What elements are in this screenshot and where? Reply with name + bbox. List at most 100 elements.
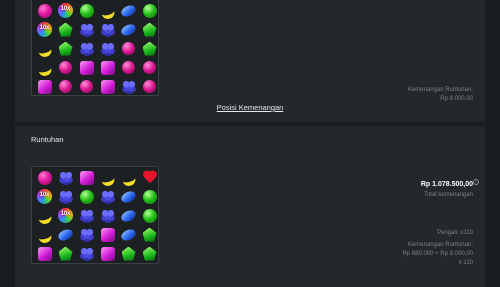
banana-symbol-icon bbox=[37, 210, 52, 222]
grapes-symbol-icon bbox=[79, 41, 94, 56]
grid-cell bbox=[55, 20, 76, 39]
grid-cell bbox=[139, 1, 160, 20]
tumble-win-label: Kemenangan Runtuhan: bbox=[407, 87, 473, 93]
grid-cell bbox=[55, 77, 76, 96]
multiplier-text: Pengali: x110 bbox=[437, 230, 473, 236]
square-symbol-icon bbox=[37, 79, 52, 94]
grid-cell bbox=[139, 187, 160, 206]
grid-cell bbox=[118, 39, 139, 58]
grid-cell bbox=[55, 39, 76, 58]
tumble-win-multiplier: x 110 bbox=[458, 260, 473, 266]
grid-cell bbox=[139, 206, 160, 225]
round-panel-top: 10x 10x Kemenangan Runtuhan: Rp 8.000,00 … bbox=[15, 0, 485, 122]
grid-cell bbox=[118, 77, 139, 96]
grid-cell: 10x bbox=[55, 206, 76, 225]
grapes-symbol-icon bbox=[58, 189, 73, 204]
grapes-symbol-icon bbox=[79, 208, 94, 223]
square-symbol-icon bbox=[100, 227, 115, 242]
plum-symbol-icon bbox=[143, 80, 156, 93]
square-symbol-icon bbox=[79, 60, 94, 75]
grid-cell bbox=[76, 206, 97, 225]
lollipop-symbol-icon: 10x bbox=[58, 208, 73, 223]
banana-symbol-icon bbox=[37, 229, 52, 241]
grid-cell bbox=[97, 20, 118, 39]
tumble-win-label: Kemenangan Runtuhan: bbox=[407, 242, 473, 248]
multiplier-label: 10x bbox=[39, 25, 50, 31]
banana-symbol-icon bbox=[121, 172, 136, 184]
banana-symbol-icon bbox=[37, 62, 52, 74]
multiplier-label: 10x bbox=[39, 192, 50, 198]
total-win-label: Total kemenangan bbox=[423, 192, 473, 198]
grid-cell bbox=[76, 39, 97, 58]
grapes-symbol-icon bbox=[79, 246, 94, 261]
grid-cell bbox=[97, 206, 118, 225]
info-icon[interactable]: ? bbox=[473, 179, 479, 185]
blue-symbol-icon bbox=[56, 226, 75, 243]
pentagon-symbol-icon bbox=[142, 227, 157, 242]
lollipop-symbol-icon: 10x bbox=[37, 22, 52, 37]
grid-cell bbox=[55, 168, 76, 187]
grid-cell bbox=[76, 168, 97, 187]
grid-cell: 10x bbox=[55, 1, 76, 20]
plum-symbol-icon bbox=[59, 80, 72, 93]
multiplier-label: 10x bbox=[60, 211, 71, 217]
grid-cell bbox=[55, 244, 76, 263]
grid-cell bbox=[97, 225, 118, 244]
grid-cell bbox=[97, 58, 118, 77]
grid-cell bbox=[139, 58, 160, 77]
grid-cell bbox=[139, 225, 160, 244]
grid-cell bbox=[76, 77, 97, 96]
grid-cell bbox=[118, 58, 139, 77]
grid-cell bbox=[139, 244, 160, 263]
apple-symbol-icon bbox=[79, 3, 94, 18]
pentagon-symbol-icon bbox=[58, 22, 73, 37]
grid-cell bbox=[118, 244, 139, 263]
section-title: Runtuhan bbox=[31, 135, 64, 144]
apple-symbol-icon bbox=[142, 3, 157, 18]
square-symbol-icon bbox=[37, 246, 52, 261]
banana-symbol-icon bbox=[37, 43, 52, 55]
tumble-win-formula: Rp 880.000 + Rp 8.000,00 bbox=[402, 251, 473, 257]
grid-cell bbox=[76, 225, 97, 244]
grid-cell bbox=[118, 225, 139, 244]
grapes-symbol-icon bbox=[79, 227, 94, 242]
banana-symbol-icon bbox=[100, 5, 115, 17]
grid-cell bbox=[118, 20, 139, 39]
banana-symbol-icon bbox=[100, 172, 115, 184]
blue-symbol-icon bbox=[119, 226, 138, 243]
grid-cell bbox=[118, 187, 139, 206]
grape-symbol-icon bbox=[37, 170, 52, 185]
grid-cell bbox=[139, 39, 160, 58]
blue-symbol-icon bbox=[119, 207, 138, 224]
grid-cell bbox=[118, 168, 139, 187]
plum-symbol-icon bbox=[122, 61, 135, 74]
square-symbol-icon bbox=[100, 246, 115, 261]
pentagon-symbol-icon bbox=[58, 41, 73, 56]
pentagon-symbol-icon bbox=[142, 41, 157, 56]
pentagon-symbol-icon bbox=[58, 246, 73, 261]
apple-symbol-icon bbox=[142, 189, 157, 204]
grapes-symbol-icon bbox=[100, 22, 115, 37]
grid-cell bbox=[76, 244, 97, 263]
round-panel-bottom: Runtuhan 10x 10x Rp 1.078.500,00 ? Total … bbox=[15, 126, 485, 287]
plum-symbol-icon bbox=[80, 80, 93, 93]
apple-symbol-icon bbox=[79, 189, 94, 204]
grid-cell bbox=[34, 225, 55, 244]
square-symbol-icon bbox=[79, 170, 94, 185]
lollipop-symbol-icon: 10x bbox=[58, 3, 73, 18]
plum-symbol-icon bbox=[59, 61, 72, 74]
grid-cell bbox=[118, 206, 139, 225]
grid-cell bbox=[97, 39, 118, 58]
pentagon-symbol-icon bbox=[142, 246, 157, 261]
blue-symbol-icon bbox=[119, 21, 138, 38]
grid-cell: 10x bbox=[34, 187, 55, 206]
win-positions-link[interactable]: Posisi Kemenangan bbox=[15, 103, 485, 112]
grid-cell bbox=[118, 1, 139, 20]
grid-cell: 10x bbox=[34, 20, 55, 39]
total-win-amount: Rp 1.078.500,00 bbox=[420, 181, 473, 188]
grid-cell bbox=[34, 77, 55, 96]
grid-cell bbox=[97, 244, 118, 263]
grid-cell bbox=[34, 244, 55, 263]
grid-cell bbox=[55, 225, 76, 244]
grapes-symbol-icon bbox=[58, 170, 73, 185]
